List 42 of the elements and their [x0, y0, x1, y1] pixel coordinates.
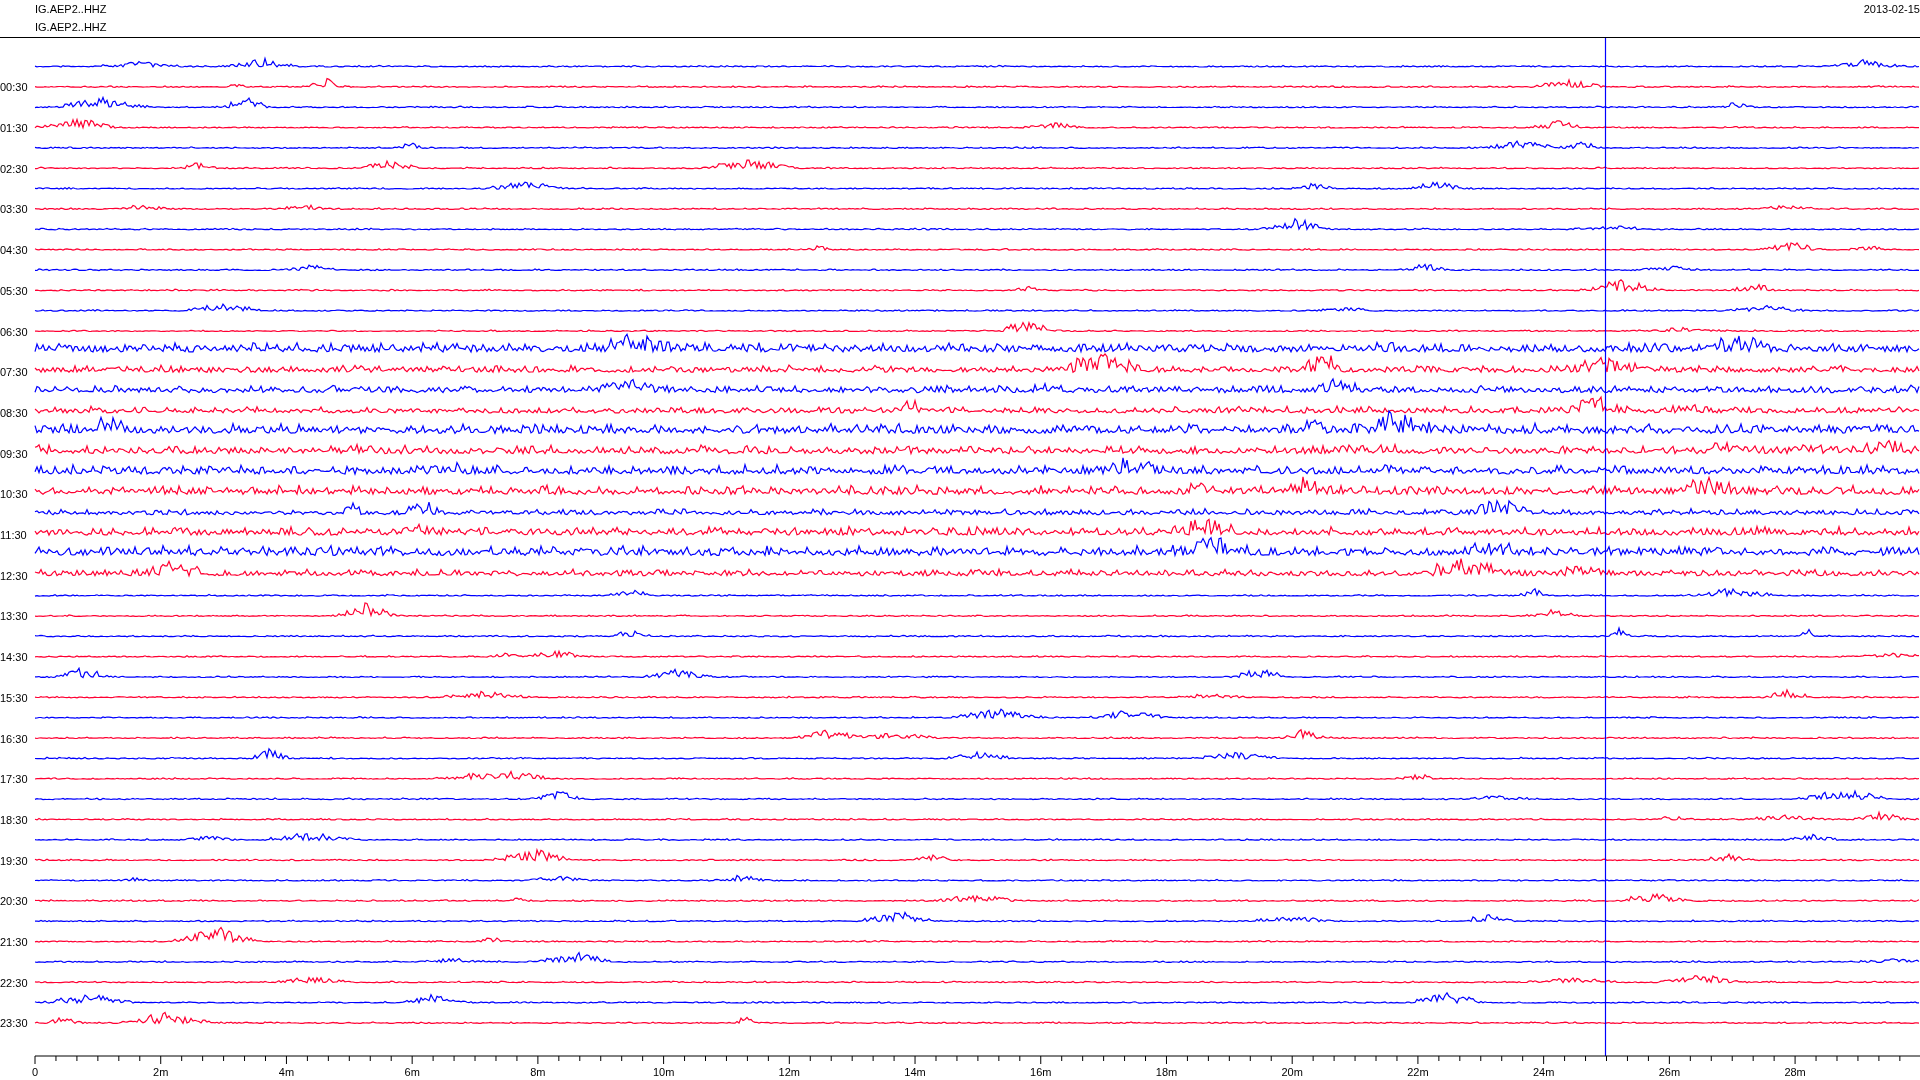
- time-label: 14:30: [0, 651, 28, 664]
- axis-label: 2m: [153, 1066, 169, 1078]
- time-label: 21:30: [0, 936, 28, 949]
- time-label: 10:30: [0, 488, 28, 501]
- time-label: 22:30: [0, 976, 28, 989]
- time-label: 07:30: [0, 366, 28, 379]
- axis-label: 10m: [652, 1066, 675, 1078]
- axis-label: 26m: [1658, 1066, 1681, 1078]
- axis-label: 24m: [1532, 1066, 1555, 1078]
- date-label: 2013-02-15: [1863, 2, 1920, 17]
- time-label: 19:30: [0, 854, 28, 867]
- time-label: 16:30: [0, 732, 28, 745]
- axis-label: 6m: [404, 1066, 420, 1078]
- time-label: 08:30: [0, 406, 28, 419]
- time-label: 06:30: [0, 325, 28, 338]
- time-label: 13:30: [0, 610, 28, 623]
- axis-label: 14m: [904, 1066, 926, 1078]
- time-label: 15:30: [0, 691, 28, 704]
- axis-label: 18m: [1155, 1066, 1178, 1078]
- axis-label: 12m: [778, 1066, 800, 1078]
- time-label: 04:30: [0, 244, 28, 257]
- axis-label: 0: [31, 1066, 39, 1078]
- axis-label: 28m: [1784, 1066, 1806, 1078]
- time-label: 00:30: [0, 81, 28, 94]
- axis-label: 20m: [1281, 1066, 1303, 1078]
- axis-label: 22m: [1407, 1066, 1429, 1078]
- time-label: 18:30: [0, 813, 28, 826]
- time-label: 03:30: [0, 203, 28, 216]
- time-label: 01:30: [0, 122, 28, 135]
- axis-label: 8m: [530, 1066, 546, 1078]
- channel-label: IG.AEP2..HHZ: [35, 2, 107, 16]
- time-label: 09:30: [0, 447, 28, 460]
- axis-label: 16m: [1030, 1066, 1052, 1078]
- axis-label: 4m: [278, 1066, 295, 1078]
- time-label: 11:30: [0, 529, 27, 542]
- time-label: 12:30: [0, 569, 28, 582]
- time-label: 05:30: [0, 284, 28, 297]
- time-label: 23:30: [0, 1017, 28, 1030]
- time-label: 17:30: [0, 773, 28, 786]
- time-label: 20:30: [0, 895, 28, 908]
- channel-label: IG.AEP2..HHZ: [35, 20, 107, 34]
- time-label: 02:30: [0, 162, 28, 175]
